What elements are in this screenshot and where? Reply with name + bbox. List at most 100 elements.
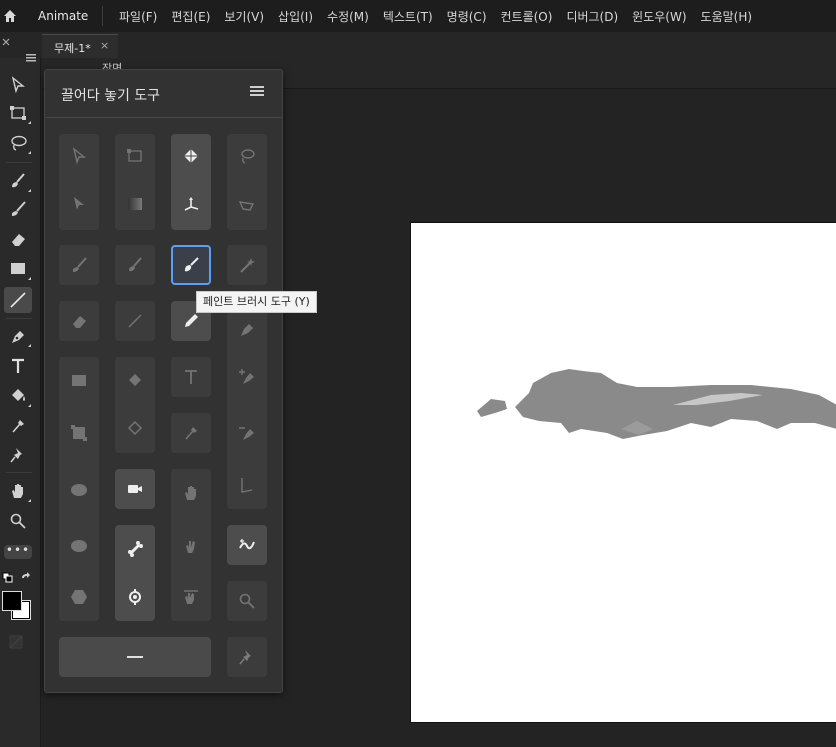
paint-stroke-artwork[interactable] xyxy=(411,223,836,722)
magic-wand-slot[interactable] xyxy=(227,245,267,285)
pen-tool-button[interactable] xyxy=(4,323,32,349)
hand-slot[interactable] xyxy=(171,473,211,513)
close-tab-icon[interactable]: × xyxy=(100,39,109,52)
text-icon xyxy=(185,370,197,384)
collapse-icon[interactable] xyxy=(2,38,10,46)
menu-insert[interactable]: 삽입(I) xyxy=(271,8,320,25)
home-button[interactable] xyxy=(0,0,20,32)
menu-edit[interactable]: 편집(E) xyxy=(164,8,217,25)
eraser-icon xyxy=(73,316,86,328)
polystar-icon xyxy=(71,590,87,604)
stroke-color-swatch[interactable] xyxy=(2,591,22,611)
oval-primitive-icon xyxy=(71,540,87,552)
lasso-slot[interactable] xyxy=(227,136,267,176)
add-anchor-icon xyxy=(239,369,254,384)
lasso-tool-button[interactable] xyxy=(4,130,32,156)
hand-icon xyxy=(12,484,23,498)
subselection-tool-slot[interactable] xyxy=(59,184,99,224)
menu-debug[interactable]: 디버그(D) xyxy=(559,8,625,25)
no-color-icon[interactable] xyxy=(8,634,24,650)
add-anchor-slot[interactable] xyxy=(227,357,267,397)
stage-canvas[interactable] xyxy=(410,222,836,723)
menu-commands[interactable]: 명령(C) xyxy=(440,8,494,25)
menu-control[interactable]: 컨트롤(O) xyxy=(494,8,560,25)
rectangle-primitive-slot[interactable] xyxy=(59,413,99,453)
menu-file[interactable]: 파일(F) xyxy=(112,8,164,25)
time-scrub-slot[interactable] xyxy=(171,577,211,617)
eyedropper-tool-button[interactable] xyxy=(4,413,32,439)
tools-toolbar: ••• xyxy=(0,54,41,747)
free-transform-icon xyxy=(127,149,142,162)
eraser-tool-button[interactable] xyxy=(4,226,32,252)
free-transform-tool-button[interactable] xyxy=(4,100,32,126)
drag-drop-tools-panel: 끌어다 놓기 도구 xyxy=(44,69,283,693)
swap-colors-icon[interactable] xyxy=(2,572,14,584)
oval-slot[interactable] xyxy=(59,470,99,510)
rectangle-tool-button[interactable] xyxy=(4,256,32,282)
fluid-brush-icon xyxy=(129,257,142,272)
rotation-slot[interactable] xyxy=(171,526,211,566)
3d-rotation-slot[interactable] xyxy=(171,184,211,224)
hand-icon xyxy=(185,486,196,500)
paint-brush-icon xyxy=(184,257,199,272)
reset-colors-icon[interactable] xyxy=(20,572,32,584)
camera-icon xyxy=(128,485,142,493)
bind-slot[interactable] xyxy=(115,577,155,617)
polygon-lasso-slot[interactable] xyxy=(227,188,267,228)
paint-bucket-icon xyxy=(129,374,141,386)
bone-slot[interactable] xyxy=(115,529,155,569)
classic-brush-slot[interactable] xyxy=(59,245,99,285)
rectangle-slot[interactable] xyxy=(59,361,99,401)
eyedropper-slot[interactable] xyxy=(171,413,211,453)
eraser-slot[interactable] xyxy=(59,301,99,341)
menu-divider xyxy=(102,6,103,26)
menu-view[interactable]: 보기(V) xyxy=(217,8,271,25)
free-transform-icon xyxy=(10,106,26,120)
menu-help[interactable]: 도움말(H) xyxy=(694,8,760,25)
convert-anchor-slot[interactable] xyxy=(227,465,267,505)
pin-icon xyxy=(10,448,22,463)
panel-title: 끌어다 놓기 도구 xyxy=(61,88,161,104)
fluid-brush-tool-button[interactable] xyxy=(4,168,32,194)
width-slot[interactable] xyxy=(227,525,267,565)
menu-text[interactable]: 텍스트(T) xyxy=(376,8,440,25)
pin-slot[interactable] xyxy=(227,637,267,677)
paint-bucket-slot[interactable] xyxy=(115,361,155,401)
separator-drag-button[interactable] xyxy=(59,637,211,677)
menu-modify[interactable]: 수정(M) xyxy=(320,8,376,25)
pen-icon xyxy=(12,331,24,343)
ink-bottle-slot[interactable] xyxy=(115,409,155,449)
camera-slot[interactable] xyxy=(115,469,155,509)
gradient-transform-slot[interactable] xyxy=(115,184,155,224)
selection-tool-slot[interactable] xyxy=(59,136,99,176)
polystar-slot[interactable] xyxy=(59,577,99,617)
edit-toolbar-button[interactable]: ••• xyxy=(4,544,32,559)
convert-anchor-icon xyxy=(241,478,253,493)
selection-tool-button[interactable] xyxy=(4,72,32,98)
zoom-slot[interactable] xyxy=(227,581,267,621)
pin-tool-button[interactable] xyxy=(4,442,32,468)
classic-brush-tool-button[interactable] xyxy=(4,196,32,222)
toolbar-menu-icon[interactable] xyxy=(26,54,36,62)
menu-window[interactable]: 윈도우(W) xyxy=(625,8,693,25)
document-tab[interactable]: 무제-1* × xyxy=(42,34,118,59)
text-slot[interactable] xyxy=(171,357,211,397)
free-transform-slot[interactable] xyxy=(115,136,155,176)
oval-primitive-slot[interactable] xyxy=(59,526,99,566)
zoom-tool-button[interactable] xyxy=(4,508,32,534)
eyedropper-icon xyxy=(12,420,24,433)
line-slot[interactable] xyxy=(115,301,155,341)
paint-bucket-tool-button[interactable] xyxy=(4,383,32,409)
delete-anchor-slot[interactable] xyxy=(227,413,267,453)
text-tool-button[interactable] xyxy=(4,353,32,379)
fluid-brush-slot[interactable] xyxy=(115,245,155,285)
hand-tool-button[interactable] xyxy=(4,478,32,504)
asset-warp-slot[interactable] xyxy=(171,136,211,176)
paint-brush-slot[interactable] xyxy=(171,245,211,285)
line-tool-button[interactable] xyxy=(4,287,32,313)
pen-slot[interactable] xyxy=(227,309,267,349)
paint-bucket-icon xyxy=(12,389,25,401)
lasso-icon xyxy=(11,135,27,151)
fluid-brush-icon xyxy=(12,173,25,188)
panel-menu-icon[interactable] xyxy=(250,86,264,98)
